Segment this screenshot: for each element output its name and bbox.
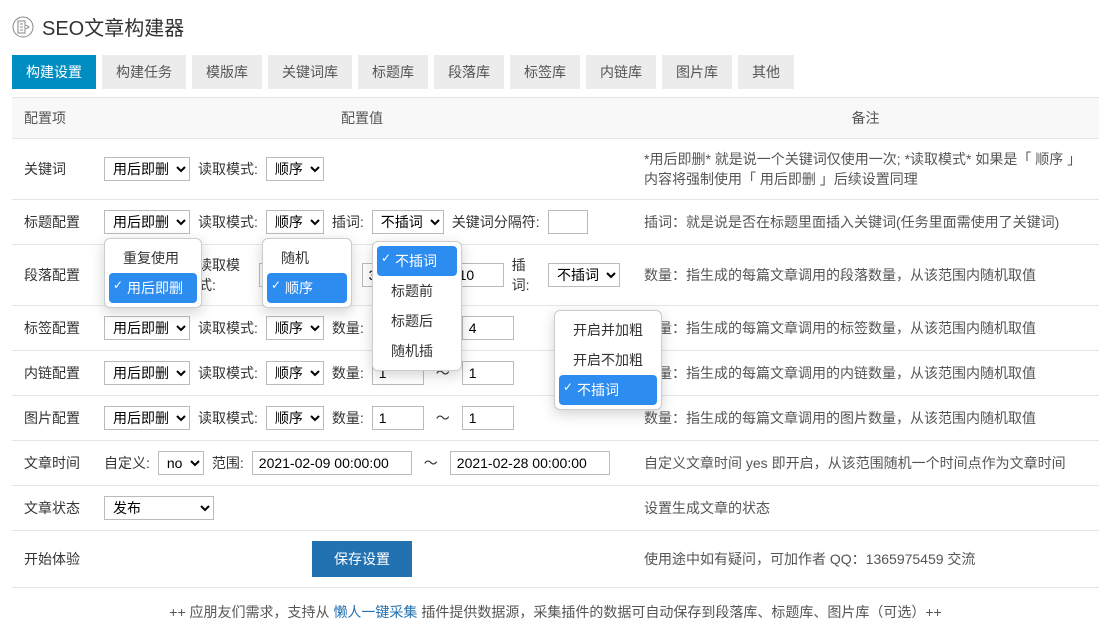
dropdown-insert-title: 不插词 标题前 标题后 随机插 bbox=[372, 241, 462, 371]
row-time: 文章时间 自定义: no 范围: ～ 自定义文章时间 yes 即开启，从该范围随… bbox=[12, 441, 1099, 486]
qty-label: 数量: bbox=[332, 363, 364, 383]
dropdown-item-delete[interactable]: 用后即删 bbox=[109, 273, 197, 303]
row-label: 标签配置 bbox=[12, 306, 92, 351]
row-start: 开始体验 保存设置 使用途中如有疑问，可加作者 QQ：1365975459 交流 bbox=[12, 531, 1099, 588]
read-mode-label: 读取模式: bbox=[198, 212, 258, 232]
dropdown-mode: 重复使用 用后即删 bbox=[104, 238, 202, 308]
row-note: 数量：指生成的每篇文章调用的图片数量，从该范围内随机取值 bbox=[632, 396, 1099, 441]
tab-paragraph-lib[interactable]: 段落库 bbox=[434, 55, 504, 89]
insert-label: 插词: bbox=[512, 255, 540, 295]
read-mode-label: 读取模式: bbox=[198, 318, 258, 338]
image-readmode-select[interactable]: 顺序 bbox=[266, 406, 324, 430]
title-insert-select[interactable]: 不插词 bbox=[372, 210, 444, 234]
settings-table: 配置项 配置值 备注 关键词 用后即删 读取模式: 顺序 *用后即删* 就是说一… bbox=[12, 97, 1099, 588]
read-mode-label: 读取模式: bbox=[198, 159, 258, 179]
dropdown-item-random[interactable]: 随机 bbox=[267, 243, 347, 273]
status-select[interactable]: 发布 bbox=[104, 496, 214, 520]
row-label: 图片配置 bbox=[12, 396, 92, 441]
row-note: 自定义文章时间 yes 即开启，从该范围随机一个时间点作为文章时间 bbox=[632, 441, 1099, 486]
row-title: 标题配置 用后即删 读取模式: 顺序 插词: 不插词 关键词分隔符: 重复使用 … bbox=[12, 200, 1099, 245]
row-label: 关键词 bbox=[12, 139, 92, 200]
dropdown-item-after-title[interactable]: 标题后 bbox=[377, 306, 457, 336]
footer-link[interactable]: 懒人一键采集 bbox=[333, 604, 417, 620]
custom-label: 自定义: bbox=[104, 453, 150, 473]
title-mode-select[interactable]: 用后即删 bbox=[104, 210, 190, 234]
row-note: 数量：指生成的每篇文章调用的标签数量，从该范围内随机取值 bbox=[632, 306, 1099, 351]
row-note: 插词：就是说是否在标题里面插入关键词(任务里面需使用了关键词) bbox=[632, 200, 1099, 245]
dropdown-item-order[interactable]: 顺序 bbox=[267, 273, 347, 303]
image-mode-select[interactable]: 用后即删 bbox=[104, 406, 190, 430]
title-readmode-select[interactable]: 顺序 bbox=[266, 210, 324, 234]
image-qty-max[interactable] bbox=[462, 406, 514, 430]
link-mode-select[interactable]: 用后即删 bbox=[104, 361, 190, 385]
delimiter-input[interactable] bbox=[548, 210, 588, 234]
tag-mode-select[interactable]: 用后即删 bbox=[104, 316, 190, 340]
row-note: *用后即删* 就是说一个关键词仅使用一次; *读取模式* 如果是「 顺序 」内容… bbox=[632, 139, 1099, 200]
dropdown-item-on-nobold[interactable]: 开启不加粗 bbox=[559, 345, 657, 375]
tab-build-tasks[interactable]: 构建任务 bbox=[102, 55, 186, 89]
tilde: ～ bbox=[432, 408, 454, 428]
row-label: 文章时间 bbox=[12, 441, 92, 486]
read-mode-label: 读取模式: bbox=[198, 255, 251, 295]
tab-link-lib[interactable]: 内链库 bbox=[586, 55, 656, 89]
qty-label: 数量: bbox=[332, 318, 364, 338]
time-from-input[interactable] bbox=[252, 451, 412, 475]
tab-build-settings[interactable]: 构建设置 bbox=[12, 55, 96, 89]
dropdown-item-before-title[interactable]: 标题前 bbox=[377, 276, 457, 306]
page-title: SEO文章构建器 bbox=[42, 12, 184, 41]
tabs: 构建设置 构建任务 模版库 关键词库 标题库 段落库 标签库 内链库 图片库 其… bbox=[12, 55, 1099, 89]
col-value: 配置值 bbox=[92, 98, 632, 139]
row-label: 标题配置 bbox=[12, 200, 92, 245]
dropdown-item-noinsert[interactable]: 不插词 bbox=[559, 375, 657, 405]
tab-title-lib[interactable]: 标题库 bbox=[358, 55, 428, 89]
footer-suffix: 插件提供数据源，采集插件的数据可自动保存到段落库、标题库、图片库（可选）++ bbox=[417, 604, 941, 620]
range-label: 范围: bbox=[212, 453, 244, 473]
tab-image-lib[interactable]: 图片库 bbox=[662, 55, 732, 89]
tag-qty-max[interactable] bbox=[462, 316, 514, 340]
dropdown-readmode: 随机 顺序 bbox=[262, 238, 352, 308]
col-label: 配置项 bbox=[12, 98, 92, 139]
qty-label: 数量: bbox=[332, 408, 364, 428]
tab-keyword-lib[interactable]: 关键词库 bbox=[268, 55, 352, 89]
row-label: 开始体验 bbox=[12, 531, 92, 588]
read-mode-label: 读取模式: bbox=[198, 408, 258, 428]
dropdown-bold: 开启并加粗 开启不加粗 不插词 bbox=[554, 310, 662, 410]
paragraph-insert-select[interactable]: 不插词 bbox=[548, 263, 620, 287]
page-header: SEO文章构建器 bbox=[12, 12, 1099, 41]
tilde: ～ bbox=[420, 453, 442, 473]
time-to-input[interactable] bbox=[450, 451, 610, 475]
row-note: 数量：指生成的每篇文章调用的内链数量，从该范围内随机取值 bbox=[632, 351, 1099, 396]
image-qty-min[interactable] bbox=[372, 406, 424, 430]
tab-tag-lib[interactable]: 标签库 bbox=[510, 55, 580, 89]
dropdown-item-noinsert[interactable]: 不插词 bbox=[377, 246, 457, 276]
tag-readmode-select[interactable]: 顺序 bbox=[266, 316, 324, 340]
dropdown-item-on-bold[interactable]: 开启并加粗 bbox=[559, 315, 657, 345]
row-keyword: 关键词 用后即删 读取模式: 顺序 *用后即删* 就是说一个关键词仅使用一次; … bbox=[12, 139, 1099, 200]
row-label: 内链配置 bbox=[12, 351, 92, 396]
save-button[interactable]: 保存设置 bbox=[312, 541, 412, 577]
link-readmode-select[interactable]: 顺序 bbox=[266, 361, 324, 385]
row-note: 设置生成文章的状态 bbox=[632, 486, 1099, 531]
row-status: 文章状态 发布 设置生成文章的状态 bbox=[12, 486, 1099, 531]
row-note: 使用途中如有疑问，可加作者 QQ：1365975459 交流 bbox=[632, 531, 1099, 588]
dropdown-item-random-insert[interactable]: 随机插 bbox=[377, 336, 457, 366]
footer-prefix: ++ 应朋友们需求，支持从 bbox=[169, 604, 333, 620]
tab-template-lib[interactable]: 模版库 bbox=[192, 55, 262, 89]
time-custom-select[interactable]: no bbox=[158, 451, 204, 475]
row-note: 数量：指生成的每篇文章调用的段落数量，从该范围内随机取值 bbox=[632, 245, 1099, 306]
link-qty-max[interactable] bbox=[462, 361, 514, 385]
dropdown-item-reuse[interactable]: 重复使用 bbox=[109, 243, 197, 273]
tab-other[interactable]: 其他 bbox=[738, 55, 794, 89]
row-label: 文章状态 bbox=[12, 486, 92, 531]
keyword-readmode-select[interactable]: 顺序 bbox=[266, 157, 324, 181]
delimiter-label: 关键词分隔符: bbox=[452, 212, 540, 232]
footer-note: ++ 应朋友们需求，支持从 懒人一键采集 插件提供数据源，采集插件的数据可自动保… bbox=[12, 588, 1099, 628]
row-tag: 标签配置 用后即删 读取模式: 顺序 数量: ～ 开启并加粗 开启不加粗 不插词 bbox=[12, 306, 1099, 351]
read-mode-label: 读取模式: bbox=[198, 363, 258, 383]
insert-label: 插词: bbox=[332, 212, 364, 232]
row-label: 段落配置 bbox=[12, 245, 92, 306]
keyword-mode-select[interactable]: 用后即删 bbox=[104, 157, 190, 181]
col-note: 备注 bbox=[632, 98, 1099, 139]
app-icon bbox=[12, 16, 34, 38]
